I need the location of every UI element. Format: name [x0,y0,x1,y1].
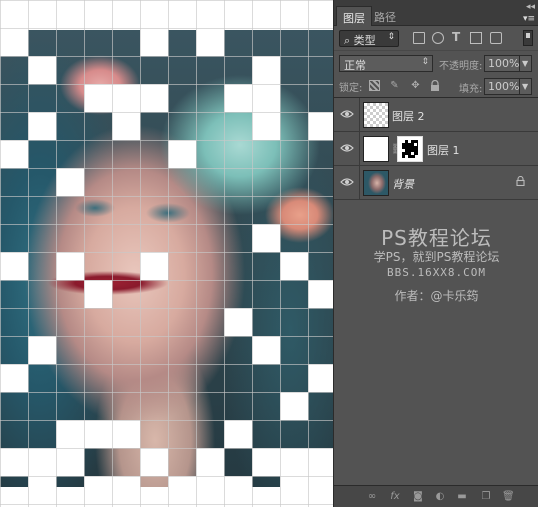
new-layer-icon[interactable]: ❐ [480,491,492,503]
lock-row: 锁定: ✎ ✥ 填充: 100% ▼ [334,74,538,98]
lock-position-icon[interactable]: ✥ [410,80,421,91]
collapse-panel-icon[interactable]: ◂◂ [526,2,535,12]
layer-mask-thumbnail[interactable] [397,136,423,162]
layer-thumbnail [363,170,389,196]
opacity-input[interactable]: 100% [484,55,520,72]
layer-thumbnail [363,102,389,128]
blend-row: 正常 ⇕ 不透明度: 100% ▼ [334,50,538,74]
watermark-subtitle: 学PS，就到PS教程论坛 [373,250,500,264]
layer-style-fx-icon[interactable]: fx [389,491,401,503]
watermark-title: PS教程论坛 [381,226,492,250]
watermark-author: 作者：@卡乐筠 [394,289,479,303]
filter-type-dropdown[interactable]: ⌕ 类型 ⇕ [339,30,399,47]
filter-toggle-switch[interactable] [523,30,533,46]
blend-mode-select[interactable]: 正常 ⇕ [339,55,433,72]
layer-row-layer-1[interactable]: ⛓ 图层 1 [334,132,538,166]
layer-row-layer-2[interactable]: 图层 2 [334,98,538,132]
fill-slider-arrow-icon[interactable]: ▼ [520,78,532,95]
layer-name[interactable]: 背景 [392,176,414,192]
visibility-column-divider [359,166,360,200]
layer-thumbnail [363,136,389,162]
tab-layers[interactable]: 图层 [336,6,372,26]
filter-type-layers-icon[interactable]: T [452,30,464,44]
add-mask-icon[interactable]: ◙ [412,491,424,503]
lock-all-icon[interactable] [429,79,440,91]
layer-filter-row: ⌕ 类型 ⇕ T [334,26,538,50]
layer-name[interactable]: 图层 2 [392,108,425,124]
visibility-column-divider [359,132,360,166]
visibility-column-divider [359,98,360,132]
blend-mode-value: 正常 [344,59,366,72]
lock-transparent-pixels-icon[interactable] [369,80,380,91]
eye-visibility-icon[interactable] [340,109,354,119]
panel-menu-icon[interactable]: ▾≡ [523,14,535,24]
lock-image-pixels-icon[interactable]: ✎ [389,80,400,91]
tab-paths[interactable]: 路径 [368,6,402,26]
filter-pixel-layers-icon[interactable] [413,32,425,44]
link-layers-icon[interactable]: ∞ [366,491,378,503]
dropdown-arrow-icon: ⇕ [421,57,429,67]
filter-shape-layers-icon[interactable] [470,32,482,44]
lock-label: 锁定: [339,83,363,94]
filter-adjustment-layers-icon[interactable] [432,32,444,44]
opacity-label: 不透明度: [439,61,483,72]
delete-trash-icon[interactable]: 🗑 [502,491,515,503]
opacity-slider-arrow-icon[interactable]: ▼ [520,55,532,72]
adjustment-layer-icon[interactable]: ◐ [434,491,446,503]
lock-icon [516,176,525,186]
eye-visibility-icon[interactable] [340,143,354,153]
document-canvas[interactable] [0,0,333,507]
fill-label: 填充: [459,84,483,95]
layer-row-background[interactable]: 背景 [334,166,538,200]
search-icon: ⌕ [344,34,351,47]
filter-smart-objects-icon[interactable] [490,32,502,44]
filter-type-label: 类型 [353,34,376,47]
canvas-grid-overlay [0,0,333,507]
panel-tab-bar: 图层 路径 ◂◂ ▾≡ [334,0,538,26]
new-group-folder-icon[interactable]: ▬ [456,491,468,503]
fill-input[interactable]: 100% [484,78,520,95]
layers-panel: 图层 路径 ◂◂ ▾≡ ⌕ 类型 ⇕ T 正常 ⇕ 不透明度: 100% ▼ 锁… [333,0,538,507]
eye-visibility-icon[interactable] [340,177,354,187]
layer-name[interactable]: 图层 1 [427,142,460,158]
watermark-url: BBS.16XX8.COM [386,266,487,279]
layers-bottom-toolbar: ∞ fx ◙ ◐ ▬ ❐ 🗑 [334,485,538,507]
dropdown-arrow-icon: ⇕ [387,32,395,42]
